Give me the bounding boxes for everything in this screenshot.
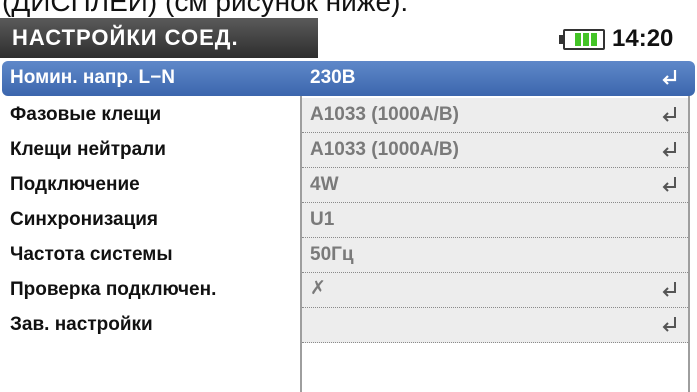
row-value: 230В — [310, 67, 356, 88]
page-title: НАСТРОЙКИ СОЕД. — [12, 25, 239, 50]
row-label: Зав. настройки — [10, 314, 153, 335]
settings-row-factory-settings[interactable]: Зав. настройки — [0, 308, 697, 343]
row-label: Клещи нейтрали — [10, 139, 166, 160]
row-value: A1033 (1000A/В) — [310, 139, 459, 160]
enter-icon — [662, 282, 676, 297]
value-cell — [302, 308, 688, 343]
row-label: Частота системы — [10, 244, 173, 265]
settings-row-system-frequency[interactable]: Частота системы 50Гц — [0, 238, 697, 273]
settings-row-synchronization[interactable]: Синхронизация U1 — [0, 203, 697, 238]
value-cell: 4W — [302, 168, 688, 203]
row-value: U1 — [310, 209, 335, 230]
title-bar: НАСТРОЙКИ СОЕД. — [0, 18, 318, 58]
row-value: 50Гц — [310, 244, 354, 265]
red-cross-icon: ✗ — [310, 278, 326, 299]
enter-icon — [662, 107, 676, 122]
enter-icon — [662, 142, 676, 157]
settings-row-nominal-voltage[interactable]: Номин. напр. L−N 230В — [2, 61, 695, 96]
settings-table: Номин. напр. L−N 230В Фазовые клещи A103… — [0, 58, 697, 392]
value-cell: A1033 (1000A/В) — [302, 133, 688, 168]
value-cell: A1033 (1000A/В) — [302, 98, 688, 133]
value-cell: 50Гц — [302, 238, 688, 273]
value-cell: 230В — [302, 61, 688, 96]
value-cell: U1 — [302, 203, 688, 238]
row-label: Синхронизация — [10, 209, 159, 230]
battery-icon — [559, 29, 605, 50]
row-label: Фазовые клещи — [10, 104, 162, 125]
clock-time: 14:20 — [612, 25, 674, 52]
row-label: Проверка подключен. — [10, 279, 217, 300]
screen-header: НАСТРОЙКИ СОЕД. 14:20 — [0, 18, 697, 58]
settings-row-connection[interactable]: Подключение 4W — [0, 168, 697, 203]
enter-icon — [662, 70, 677, 85]
row-value: 4W — [310, 174, 339, 195]
enter-icon — [662, 317, 676, 332]
row-value: A1033 (1000A/В) — [310, 104, 459, 125]
row-label: Номин. напр. L−N — [10, 67, 175, 88]
value-cell: ✗ — [302, 273, 688, 308]
caption-text: (ДИСПЛЕЙ) (см рисунок ниже): — [2, 0, 409, 17]
settings-row-connection-check[interactable]: Проверка подключен. ✗ — [0, 273, 697, 308]
cut-off-caption: (ДИСПЛЕЙ) (см рисунок ниже): — [0, 0, 697, 18]
row-label: Подключение — [10, 174, 140, 195]
settings-row-neutral-clamps[interactable]: Клещи нейтрали A1033 (1000A/В) — [0, 133, 697, 168]
enter-icon — [662, 177, 676, 192]
settings-row-phase-clamps[interactable]: Фазовые клещи A1033 (1000A/В) — [0, 98, 697, 133]
